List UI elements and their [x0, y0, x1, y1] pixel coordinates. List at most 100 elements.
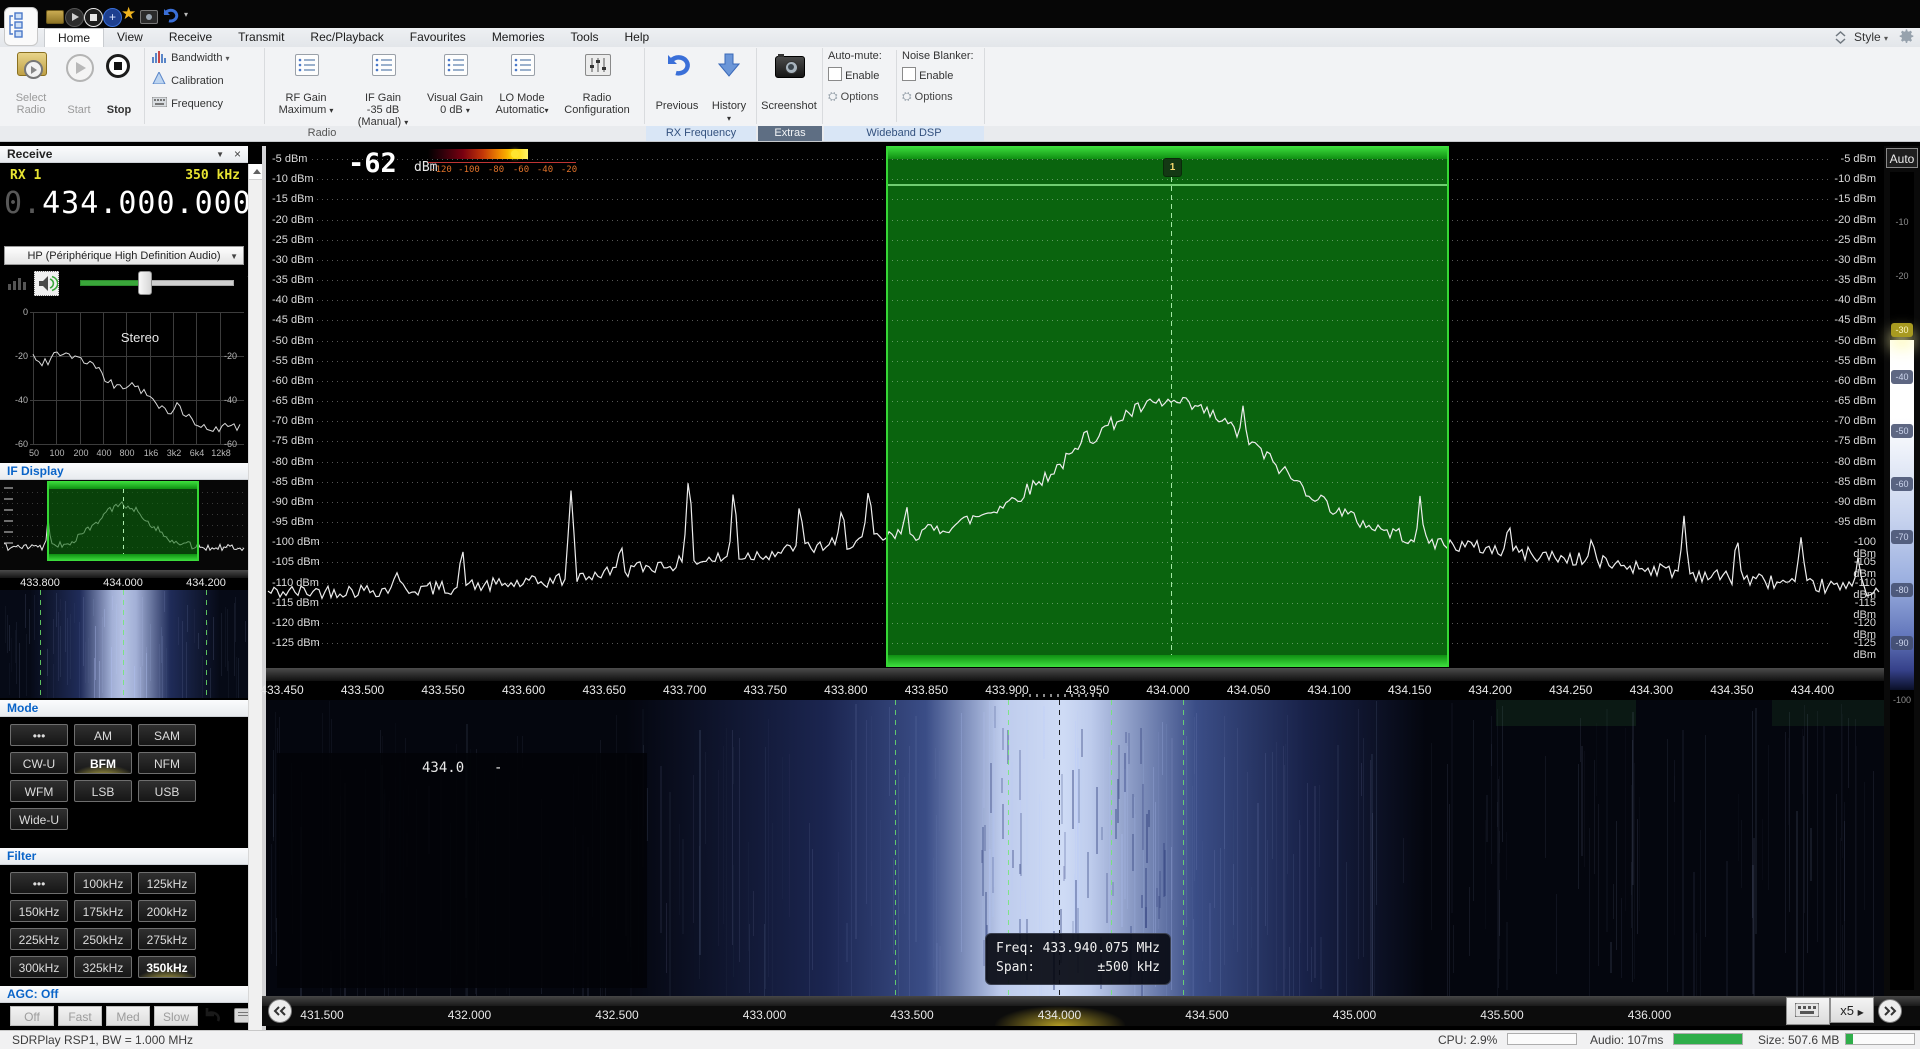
agc-button-med[interactable]: Med: [106, 1006, 150, 1026]
filter-button-350khz[interactable]: 350kHz: [138, 956, 196, 978]
mode-button-nfm[interactable]: NFM: [138, 752, 196, 774]
scroll-left-button[interactable]: [268, 999, 292, 1023]
scroll-right-button[interactable]: [1878, 999, 1902, 1023]
play-icon[interactable]: [65, 8, 84, 27]
camera-icon[interactable]: [140, 10, 158, 24]
audio-gridline: [220, 312, 221, 444]
volume-slider-thumb[interactable]: [138, 271, 152, 295]
undo-agc-icon[interactable]: [202, 1006, 222, 1029]
filter-button-325khz[interactable]: 325kHz: [74, 956, 132, 978]
pane-splitter-handle[interactable]: [1015, 694, 1105, 697]
mode-button-lsb[interactable]: LSB: [74, 780, 132, 802]
filter-button-250khz[interactable]: 250kHz: [74, 928, 132, 950]
panel-collapse-icon[interactable]: ▼: [216, 146, 224, 163]
style-button[interactable]: Style ▾: [1854, 30, 1888, 44]
audio-device-select[interactable]: HP (Périphérique High Definition Audio) …: [4, 246, 244, 265]
radio-configuration-button[interactable]: RadioConfiguration: [556, 48, 638, 124]
history-button[interactable]: History▾: [706, 48, 752, 124]
qat-customize-icon[interactable]: ▾: [184, 10, 193, 19]
filter-button-200khz[interactable]: 200kHz: [138, 900, 196, 922]
tab-rec-playback[interactable]: Rec/Playback: [297, 28, 396, 47]
selection-bottom-bar[interactable]: [886, 655, 1449, 667]
if-freq-label: 434.200: [178, 577, 234, 589]
rf-gain-button[interactable]: RF GainMaximum ▾: [270, 48, 342, 124]
tab-receive[interactable]: Receive: [156, 28, 225, 47]
start-button[interactable]: Start: [60, 48, 98, 124]
mode-button-bfm[interactable]: BFM: [74, 752, 132, 774]
agc-button-fast[interactable]: Fast: [58, 1006, 102, 1026]
volume-slider[interactable]: [80, 271, 232, 293]
agc-panel-header: AGC: Off: [0, 986, 248, 1003]
agc-button-off[interactable]: Off: [10, 1006, 54, 1026]
tune-line[interactable]: [1171, 159, 1172, 655]
open-folder-icon[interactable]: [46, 10, 64, 24]
tab-help[interactable]: Help: [612, 28, 663, 47]
spectrum-gridline: [312, 462, 1832, 463]
tab-memories[interactable]: Memories: [479, 28, 558, 47]
stop-icon[interactable]: [84, 8, 103, 27]
nb-enable-checkbox[interactable]: Enable: [902, 67, 953, 82]
bandwidth-button[interactable]: Bandwidth ▾: [152, 48, 260, 68]
filter-button-275khz[interactable]: 275kHz: [138, 928, 196, 950]
size-meter: [1845, 1033, 1915, 1045]
sidebar-scrollbar[interactable]: [248, 164, 263, 1030]
previous-button[interactable]: Previous: [650, 48, 704, 118]
zoom-x5-button[interactable]: x5 ▶: [1830, 997, 1874, 1023]
filter-button-125khz[interactable]: 125kHz: [138, 872, 196, 894]
speaker-icon[interactable]: [34, 271, 59, 296]
auto-scale-button[interactable]: Auto: [1886, 148, 1918, 168]
mode-button-am[interactable]: AM: [74, 724, 132, 746]
db-label-right: -5 dBm: [1830, 153, 1876, 165]
automute-enable-checkbox[interactable]: Enable: [828, 67, 879, 82]
mode-button-sam[interactable]: SAM: [138, 724, 196, 746]
stop-button[interactable]: Stop: [100, 48, 138, 124]
panel-close-icon[interactable]: ×: [234, 146, 241, 163]
db-label-left: -75 dBm: [272, 435, 314, 447]
agc-button-slow[interactable]: Slow: [154, 1006, 198, 1026]
mode-button-cwu[interactable]: CW-U: [10, 752, 68, 774]
filter-button-150khz[interactable]: 150kHz: [10, 900, 68, 922]
filter-button-300khz[interactable]: 300kHz: [10, 956, 68, 978]
screenshot-button[interactable]: Screenshot: [760, 48, 818, 124]
waterfall-freq-label: 431.500: [292, 1008, 352, 1022]
frequency-button[interactable]: Frequency: [152, 94, 260, 114]
tab-favourites[interactable]: Favourites: [397, 28, 479, 47]
waterfall-colour-scale[interactable]: [1890, 172, 1914, 990]
if-waterfall[interactable]: [0, 590, 248, 698]
db-label-left: -20 dBm: [272, 214, 314, 226]
filter-button-175khz[interactable]: 175kHz: [74, 900, 132, 922]
automute-options-button[interactable]: ⛭ Options: [828, 89, 879, 104]
nb-options-button[interactable]: ⛭ Options: [902, 89, 953, 104]
selection-right-edge[interactable]: [1447, 146, 1449, 667]
visual-gain-button[interactable]: Visual Gain0 dB ▾: [424, 48, 486, 124]
keyboard-entry-button[interactable]: [1786, 997, 1830, 1025]
tab-tools[interactable]: Tools: [558, 28, 612, 47]
db-label-right: -15 dBm: [1830, 193, 1876, 205]
mode-button-wideu[interactable]: Wide-U: [10, 808, 68, 830]
if-gain-button[interactable]: IF Gain-35 dB (Manual) ▾: [344, 48, 422, 124]
filter-button-100khz[interactable]: 100kHz: [74, 872, 132, 894]
mode-button-wfm[interactable]: WFM: [10, 780, 68, 802]
mode-button-usb[interactable]: USB: [138, 780, 196, 802]
scroll-up-icon[interactable]: [249, 164, 263, 180]
tab-view[interactable]: View: [104, 28, 156, 47]
favourite-star-icon[interactable]: ★: [121, 4, 136, 24]
undo-icon[interactable]: [160, 6, 180, 29]
tab-home[interactable]: Home: [44, 28, 104, 48]
frequency-display[interactable]: 0.434.000.000: [4, 186, 244, 221]
filter-button-[interactable]: •••: [10, 872, 68, 894]
lo-mode-button[interactable]: LO ModeAutomatic▾: [490, 48, 554, 124]
rx-marker[interactable]: 1: [1163, 158, 1182, 177]
add-icon[interactable]: +: [103, 8, 122, 27]
filter-button-225khz[interactable]: 225kHz: [10, 928, 68, 950]
selection-region[interactable]: [886, 146, 1449, 667]
levels-icon[interactable]: [8, 274, 28, 295]
select-radio-button[interactable]: SelectRadio: [6, 48, 56, 124]
mode-button-[interactable]: •••: [10, 724, 68, 746]
tab-transmit[interactable]: Transmit: [225, 28, 297, 47]
selection-left-edge[interactable]: [886, 146, 888, 667]
db-label-right: -10 dBm: [1830, 173, 1876, 185]
db-label-right: -75 dBm: [1830, 435, 1876, 447]
calibration-button[interactable]: Calibration: [152, 71, 260, 91]
app-icon[interactable]: [4, 7, 38, 46]
